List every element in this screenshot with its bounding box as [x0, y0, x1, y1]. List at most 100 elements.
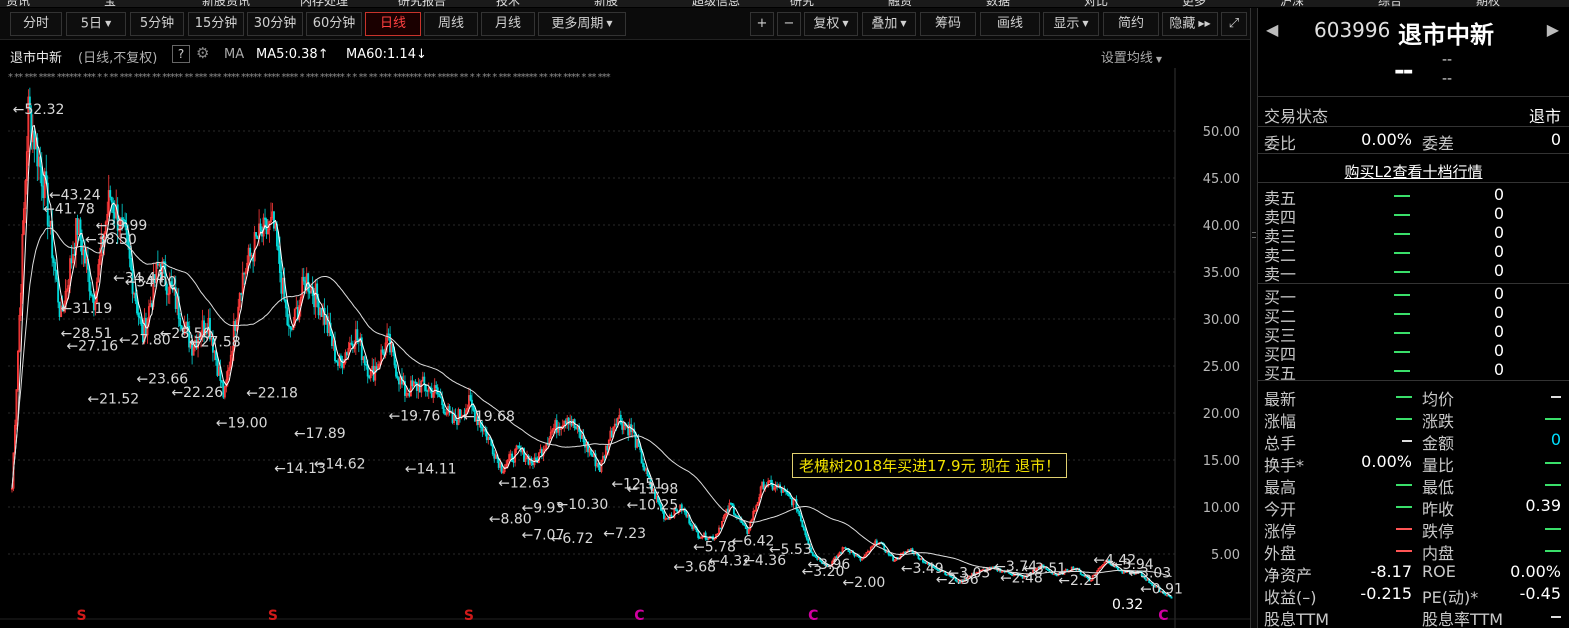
zoom-out-button[interactable]: − — [777, 12, 801, 36]
menu-item[interactable]: 新股 — [594, 0, 618, 7]
help-icon[interactable]: ? — [172, 45, 190, 63]
event-marker[interactable]: S — [268, 608, 278, 624]
menu-item[interactable]: 内存处理 — [300, 0, 348, 7]
adjust-button[interactable]: 复权 ▼ — [804, 12, 858, 36]
draw-line-button[interactable]: 画线 — [980, 12, 1040, 36]
price-annotation: ←10.25 — [627, 498, 679, 514]
ma5-line — [11, 124, 1172, 597]
price-annotation: ←12.63 — [498, 475, 550, 491]
candle — [130, 258, 133, 270]
stat-row: 外盘 内盘 — [1258, 540, 1569, 563]
menu-item[interactable]: 资讯 — [6, 0, 30, 7]
hide-button[interactable]: 隐藏 ▶▶ — [1162, 12, 1218, 36]
overlay-button[interactable]: 叠加 ▼ — [862, 12, 916, 36]
candle — [719, 527, 722, 530]
event-marker[interactable]: C — [808, 608, 818, 624]
period-30min-button[interactable]: 30分钟 — [247, 12, 303, 36]
candle — [555, 420, 558, 433]
menu-item[interactable]: 融资 — [888, 0, 912, 7]
candle — [109, 190, 112, 198]
current-price: -- — [1394, 56, 1414, 86]
divider-handle[interactable] — [1252, 232, 1256, 238]
prev-stock-icon[interactable]: ◀ — [1266, 20, 1278, 39]
candle — [356, 329, 359, 341]
menu-item[interactable]: 沪深 — [1280, 0, 1304, 7]
candle — [481, 427, 484, 432]
candle — [137, 312, 140, 318]
event-marker[interactable]: C — [1158, 608, 1168, 624]
y-tick-label: 20.00 — [1203, 407, 1240, 422]
display-button[interactable]: 显示 ▼ — [1043, 12, 1099, 36]
stat-row: 净资产 -8.17 ROE 0.00% — [1258, 562, 1569, 585]
price-annotation: ←19.68 — [463, 409, 515, 425]
menu-item[interactable]: 数据 — [986, 0, 1010, 7]
candle — [76, 218, 79, 235]
candle — [331, 335, 333, 346]
candle — [278, 250, 281, 273]
chevron-down-icon: ▼ — [1155, 55, 1162, 64]
divider — [1258, 153, 1569, 154]
period-5day-button[interactable]: 5日 ▼ — [66, 12, 126, 36]
next-stock-icon[interactable]: ▶ — [1547, 20, 1559, 39]
buy-l2-link[interactable]: 购买L2查看十档行情 — [1258, 161, 1569, 182]
stat-value — [1545, 474, 1561, 493]
event-marker[interactable]: S — [464, 608, 474, 624]
order-price — [1394, 360, 1410, 379]
candle — [610, 430, 613, 438]
menu-item[interactable]: 研究 — [790, 0, 814, 7]
menu-item[interactable]: 宝 — [104, 0, 116, 7]
candle — [249, 247, 252, 257]
menu-item[interactable]: 对比 — [1084, 0, 1108, 7]
candle — [511, 453, 514, 462]
candle — [444, 412, 447, 415]
candle — [697, 531, 700, 538]
quote-panel: ◀ 603996 退市中新 ▶ -- -- -- 交易状态 退市 委比 0.00… — [1258, 8, 1569, 628]
set-ma-button[interactable]: 设置均线 ▼ — [1101, 47, 1162, 66]
candle — [48, 224, 51, 227]
period-60min-button[interactable]: 60分钟 — [306, 12, 362, 36]
period-daily-button[interactable]: 日线 — [365, 12, 421, 36]
more-periods-button[interactable]: 更多周期 ▼ — [538, 12, 626, 36]
price-annotation: ←10.30 — [556, 497, 608, 513]
fullscreen-button[interactable]: ⤢ — [1221, 12, 1247, 36]
menu-item[interactable]: 新股资讯 — [202, 0, 250, 7]
menu-item[interactable]: 更多 — [1182, 0, 1206, 7]
menu-item[interactable]: 综合 — [1378, 0, 1402, 7]
price-annotation: ←21.52 — [87, 392, 139, 408]
price-annotation: ←19.00 — [216, 415, 268, 431]
stat-value — [1354, 430, 1412, 449]
gear-icon[interactable]: ⚙ — [196, 44, 209, 62]
stat-value: 0 — [1550, 430, 1561, 449]
menu-item[interactable]: 期权 — [1476, 0, 1500, 7]
period-monthly-button[interactable]: 月线 — [481, 12, 535, 36]
y-tick-label: 30.00 — [1203, 313, 1240, 328]
panel-divider[interactable] — [1250, 8, 1258, 628]
zoom-in-button[interactable]: + — [750, 12, 774, 36]
chips-button[interactable]: 筹码 — [920, 12, 976, 36]
period-5min-button[interactable]: 5分钟 — [130, 12, 184, 36]
period-weekly-button[interactable]: 周线 — [424, 12, 478, 36]
menu-item[interactable]: 超级信息 — [692, 0, 740, 7]
candle — [179, 317, 182, 327]
period-intraday-button[interactable]: 分时 — [10, 12, 62, 36]
candle — [408, 393, 411, 397]
event-marker[interactable]: C — [634, 608, 644, 624]
candle — [889, 554, 892, 557]
menu-item[interactable]: 研究报告 — [398, 0, 446, 7]
chart-annotation: 老槐树2018年买进17.9元 现在 退市！ — [792, 453, 1068, 478]
candle — [255, 232, 258, 237]
ma5-value: MA5:0.38↑ — [256, 47, 329, 62]
simple-button[interactable]: 简约 — [1103, 12, 1159, 36]
order-volume: 0 — [1493, 261, 1504, 280]
stat-label: PE(动)* — [1422, 588, 1479, 607]
stat-label: 涨停 — [1264, 522, 1297, 541]
menu-item[interactable]: 技术 — [496, 0, 520, 7]
candle — [33, 130, 36, 150]
arrow-up-icon: ↑ — [317, 47, 329, 62]
event-marker[interactable]: S — [76, 608, 86, 624]
stat-row: 股息TTM 股息率TTM — [1258, 606, 1569, 628]
candle — [277, 245, 280, 251]
candlestick-chart[interactable]: 5.00 10.00 15.00 20.00 25.00 30.00 35.00 40.00 4… — [0, 68, 1250, 628]
price-annotation: ←7.23 — [603, 526, 646, 542]
period-15min-button[interactable]: 15分钟 — [188, 12, 244, 36]
